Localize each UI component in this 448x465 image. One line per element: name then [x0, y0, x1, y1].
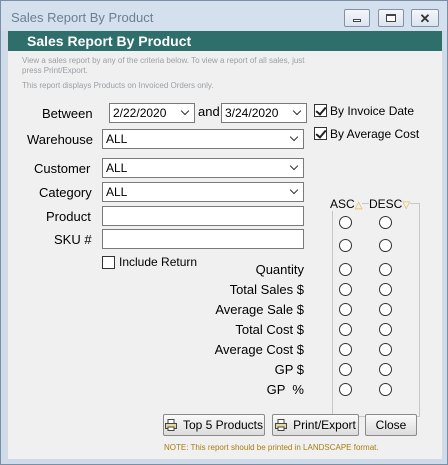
sort-total-sales-desc-radio[interactable]	[379, 283, 392, 296]
end-date-picker[interactable]: 3/24/2020	[221, 103, 307, 123]
sort-row-0b-desc-radio[interactable]	[379, 239, 392, 252]
report-header: Sales Report By Product	[8, 31, 442, 51]
close-icon: ✕	[419, 10, 431, 26]
description-line-1: View a sales report by any of the criter…	[22, 56, 305, 65]
include-return-label: Include Return	[119, 255, 198, 269]
by-invoice-date-checkbox[interactable]	[314, 104, 327, 117]
warehouse-label: Warehouse	[27, 132, 93, 147]
warehouse-select[interactable]: ALL	[102, 129, 304, 149]
top-5-products-label: Top 5 Products	[182, 418, 264, 432]
sort-total-cost-desc-radio[interactable]	[379, 323, 392, 336]
sort-average-sale-asc-radio[interactable]	[339, 303, 352, 316]
sort-total-cost-label: Total Cost $	[235, 322, 304, 337]
product-input[interactable]	[102, 206, 304, 226]
top-5-products-button[interactable]: Top 5 Products	[163, 414, 265, 436]
printer-icon	[275, 419, 288, 431]
sku-input[interactable]	[102, 229, 304, 249]
print-export-label: Print/Export	[293, 418, 356, 432]
warehouse-value: ALL	[106, 132, 128, 146]
printer-icon	[164, 419, 177, 431]
sort-average-sale-label: Average Sale $	[215, 302, 304, 317]
maximize-button[interactable]	[378, 9, 404, 27]
window-title: Sales Report By Product	[11, 10, 154, 25]
desc-label: DESC	[369, 197, 403, 211]
start-date-picker[interactable]: 2/22/2020	[109, 103, 195, 123]
print-export-button[interactable]: Print/Export	[272, 414, 359, 436]
report-window: Sales Report By Product ✕ Sales Report B…	[0, 0, 448, 465]
customer-label: Customer	[34, 161, 91, 176]
sort-total-sales-label: Total Sales $	[229, 282, 304, 297]
sort-gp-dollar-label: GP $	[274, 362, 304, 377]
sort-quantity-desc-radio[interactable]	[379, 263, 392, 276]
sort-total-cost-asc-radio[interactable]	[339, 323, 352, 336]
sort-gp-dollar-desc-radio[interactable]	[379, 363, 392, 376]
maximize-icon	[386, 14, 396, 22]
by-invoice-date-label: By Invoice Date	[330, 104, 415, 118]
sort-quantity-asc-radio[interactable]	[339, 263, 352, 276]
report-title: Sales Report By Product	[27, 33, 192, 49]
description-line-2: press Print/Export.	[22, 66, 88, 75]
title-bar[interactable]: Sales Report By Product ✕	[1, 1, 447, 31]
triangle-down-icon: ▽	[402, 200, 411, 211]
end-date-value: 3/24/2020	[225, 106, 279, 120]
include-return-checkbox[interactable]	[102, 256, 115, 269]
desc-header: DESC▽	[369, 197, 411, 211]
sort-row-0-desc-radio[interactable]	[379, 216, 392, 229]
customer-select[interactable]: ALL	[102, 158, 304, 178]
close-label: Close	[375, 418, 407, 432]
close-button[interactable]: Close	[365, 414, 417, 436]
category-select[interactable]: ALL	[102, 182, 304, 202]
sort-average-cost-label: Average Cost $	[214, 342, 304, 357]
description-line-3: This report displays Products on Invoice…	[22, 81, 214, 90]
category-label: Category	[39, 185, 92, 200]
sort-gp-dollar-asc-radio[interactable]	[339, 363, 352, 376]
landscape-note: NOTE: This report should be printed in L…	[164, 443, 379, 452]
sort-gp-percent-label: GP %	[266, 382, 304, 397]
category-value: ALL	[106, 185, 128, 199]
and-label: and	[198, 104, 220, 119]
triangle-up-icon: △	[354, 200, 363, 211]
sort-quantity-label: Quantity	[255, 262, 304, 277]
by-average-cost-checkbox[interactable]	[314, 127, 327, 140]
customer-value: ALL	[106, 161, 128, 175]
asc-label: ASC	[330, 197, 355, 211]
between-label: Between	[42, 106, 93, 121]
asc-header: ASC△	[330, 197, 363, 211]
minimize-button[interactable]	[344, 9, 370, 27]
sort-average-sale-desc-radio[interactable]	[379, 303, 392, 316]
sort-row-0b-asc-radio[interactable]	[339, 239, 352, 252]
sort-gp-percent-asc-radio[interactable]	[339, 383, 352, 396]
start-date-value: 2/22/2020	[113, 106, 167, 120]
sort-row-0-asc-radio[interactable]	[339, 216, 352, 229]
product-label: Product	[46, 209, 91, 224]
close-window-button[interactable]: ✕	[411, 9, 439, 27]
sku-label: SKU #	[54, 232, 92, 247]
minimize-icon	[353, 18, 361, 22]
dialog-body: Sales Report By Product View a sales rep…	[8, 31, 442, 459]
sort-average-cost-desc-radio[interactable]	[379, 343, 392, 356]
by-average-cost-label: By Average Cost	[330, 127, 420, 141]
sort-gp-percent-desc-radio[interactable]	[379, 383, 392, 396]
sort-total-sales-asc-radio[interactable]	[339, 283, 352, 296]
sort-average-cost-asc-radio[interactable]	[339, 343, 352, 356]
